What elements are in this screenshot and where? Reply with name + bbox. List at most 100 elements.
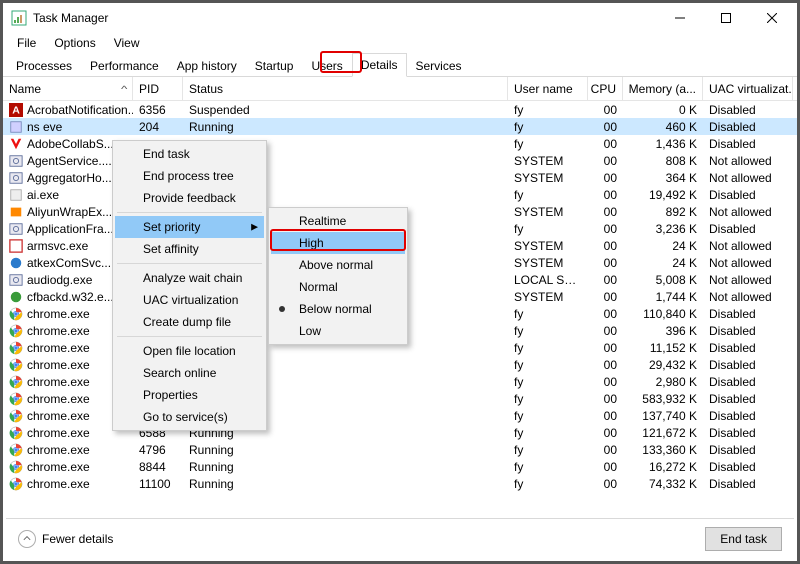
context-menu: End taskEnd process treeProvide feedback… <box>112 140 267 431</box>
menu-item[interactable]: Analyze wait chain <box>115 267 264 289</box>
cell-cpu: 00 <box>588 477 623 491</box>
fewer-details-label: Fewer details <box>42 532 113 546</box>
menu-separator <box>117 336 262 337</box>
cell-cpu: 00 <box>588 103 623 117</box>
cell-uac: Disabled <box>703 137 793 151</box>
col-mem[interactable]: Memory (a... <box>623 77 703 100</box>
cell-cpu: 00 <box>588 341 623 355</box>
menu-item[interactable]: Set affinity <box>115 238 264 260</box>
cell-uac: Disabled <box>703 341 793 355</box>
process-icon <box>9 205 23 219</box>
menu-item[interactable]: Set priority▶ <box>115 216 264 238</box>
process-icon <box>9 290 23 304</box>
process-icon: A <box>9 103 23 117</box>
cell-name: AgentService.... <box>27 154 112 168</box>
tab-startup[interactable]: Startup <box>246 54 303 77</box>
tab-performance[interactable]: Performance <box>81 54 168 77</box>
menu-item[interactable]: Provide feedback <box>115 187 264 209</box>
cell-user: fy <box>508 188 588 202</box>
cell-status: Running <box>183 460 508 474</box>
process-icon <box>9 307 23 321</box>
process-icon <box>9 171 23 185</box>
cell-uac: Not allowed <box>703 205 793 219</box>
radio-dot-icon <box>279 306 285 312</box>
tab-processes[interactable]: Processes <box>7 54 81 77</box>
menu-item[interactable]: Realtime <box>271 210 405 232</box>
menu-item[interactable]: Above normal <box>271 254 405 276</box>
col-user[interactable]: User name <box>508 77 588 100</box>
menu-item[interactable]: Properties <box>115 384 264 406</box>
cell-mem: 892 K <box>623 205 703 219</box>
col-cpu[interactable]: CPU <box>588 77 623 100</box>
cell-mem: 74,332 K <box>623 477 703 491</box>
cell-name: chrome.exe <box>27 409 90 423</box>
process-icon <box>9 239 23 253</box>
col-pid[interactable]: PID <box>133 77 183 100</box>
table-row[interactable]: chrome.exe11100Runningfy0074,332 KDisabl… <box>3 475 797 492</box>
process-icon <box>9 409 23 423</box>
cell-uac: Disabled <box>703 460 793 474</box>
cell-uac: Not allowed <box>703 171 793 185</box>
cell-uac: Not allowed <box>703 239 793 253</box>
close-button[interactable] <box>749 3 795 33</box>
cell-uac: Disabled <box>703 477 793 491</box>
menu-file[interactable]: File <box>9 34 44 52</box>
maximize-button[interactable] <box>703 3 749 33</box>
menu-view[interactable]: View <box>106 34 148 52</box>
cell-mem: 583,932 K <box>623 392 703 406</box>
cell-uac: Disabled <box>703 375 793 389</box>
end-task-button[interactable]: End task <box>705 527 782 551</box>
table-row[interactable]: chrome.exe8844Runningfy0016,272 KDisable… <box>3 458 797 475</box>
cell-name: audiodg.exe <box>27 273 92 287</box>
menu-item[interactable]: UAC virtualization <box>115 289 264 311</box>
menu-item[interactable]: Low <box>271 320 405 342</box>
cell-name: AggregatorHo... <box>27 171 112 185</box>
menu-item[interactable]: End task <box>115 143 264 165</box>
cell-mem: 121,672 K <box>623 426 703 440</box>
table-row[interactable]: ns eve204Runningfy00460 KDisabled <box>3 118 797 135</box>
cell-cpu: 00 <box>588 358 623 372</box>
process-icon <box>9 358 23 372</box>
cell-user: fy <box>508 477 588 491</box>
tab-details[interactable]: Details <box>352 53 407 77</box>
menu-options[interactable]: Options <box>46 34 103 52</box>
tab-services[interactable]: Services <box>407 54 471 77</box>
menu-item[interactable]: Below normal <box>271 298 405 320</box>
menu-item[interactable]: Open file location <box>115 340 264 362</box>
col-uac[interactable]: UAC virtualizat... <box>703 77 793 100</box>
tab-users[interactable]: Users <box>302 54 351 77</box>
minimize-button[interactable] <box>657 3 703 33</box>
fewer-details-button[interactable]: Fewer details <box>18 530 113 548</box>
cell-uac: Not allowed <box>703 290 793 304</box>
menu-item[interactable]: Create dump file <box>115 311 264 333</box>
menu-item[interactable]: Go to service(s) <box>115 406 264 428</box>
process-icon <box>9 120 23 134</box>
cell-user: fy <box>508 375 588 389</box>
cell-cpu: 00 <box>588 324 623 338</box>
menu-separator <box>117 212 262 213</box>
cell-uac: Not allowed <box>703 256 793 270</box>
col-status[interactable]: Status <box>183 77 508 100</box>
window-title: Task Manager <box>33 11 657 25</box>
process-icon <box>9 222 23 236</box>
col-name[interactable]: Name^ <box>3 77 133 100</box>
submenu-arrow-icon: ▶ <box>251 222 258 233</box>
menu-item[interactable]: Search online <box>115 362 264 384</box>
menu-item[interactable]: Normal <box>271 276 405 298</box>
menu-item[interactable]: End process tree <box>115 165 264 187</box>
cell-name: ai.exe <box>27 188 59 202</box>
cell-pid: 8844 <box>133 460 183 474</box>
process-icon <box>9 188 23 202</box>
cell-mem: 24 K <box>623 256 703 270</box>
table-row[interactable]: chrome.exe4796Runningfy00133,360 KDisabl… <box>3 441 797 458</box>
cell-mem: 110,840 K <box>623 307 703 321</box>
tab-app-history[interactable]: App history <box>168 54 246 77</box>
menu-item[interactable]: High <box>271 232 405 254</box>
cell-user: fy <box>508 460 588 474</box>
cell-user: LOCAL SE... <box>508 273 588 287</box>
cell-name: chrome.exe <box>27 460 90 474</box>
cell-status: Running <box>183 120 508 134</box>
table-row[interactable]: AAcrobatNotification...6356Suspendedfy00… <box>3 101 797 118</box>
cell-name: cfbackd.w32.e... <box>27 290 114 304</box>
cell-cpu: 00 <box>588 426 623 440</box>
